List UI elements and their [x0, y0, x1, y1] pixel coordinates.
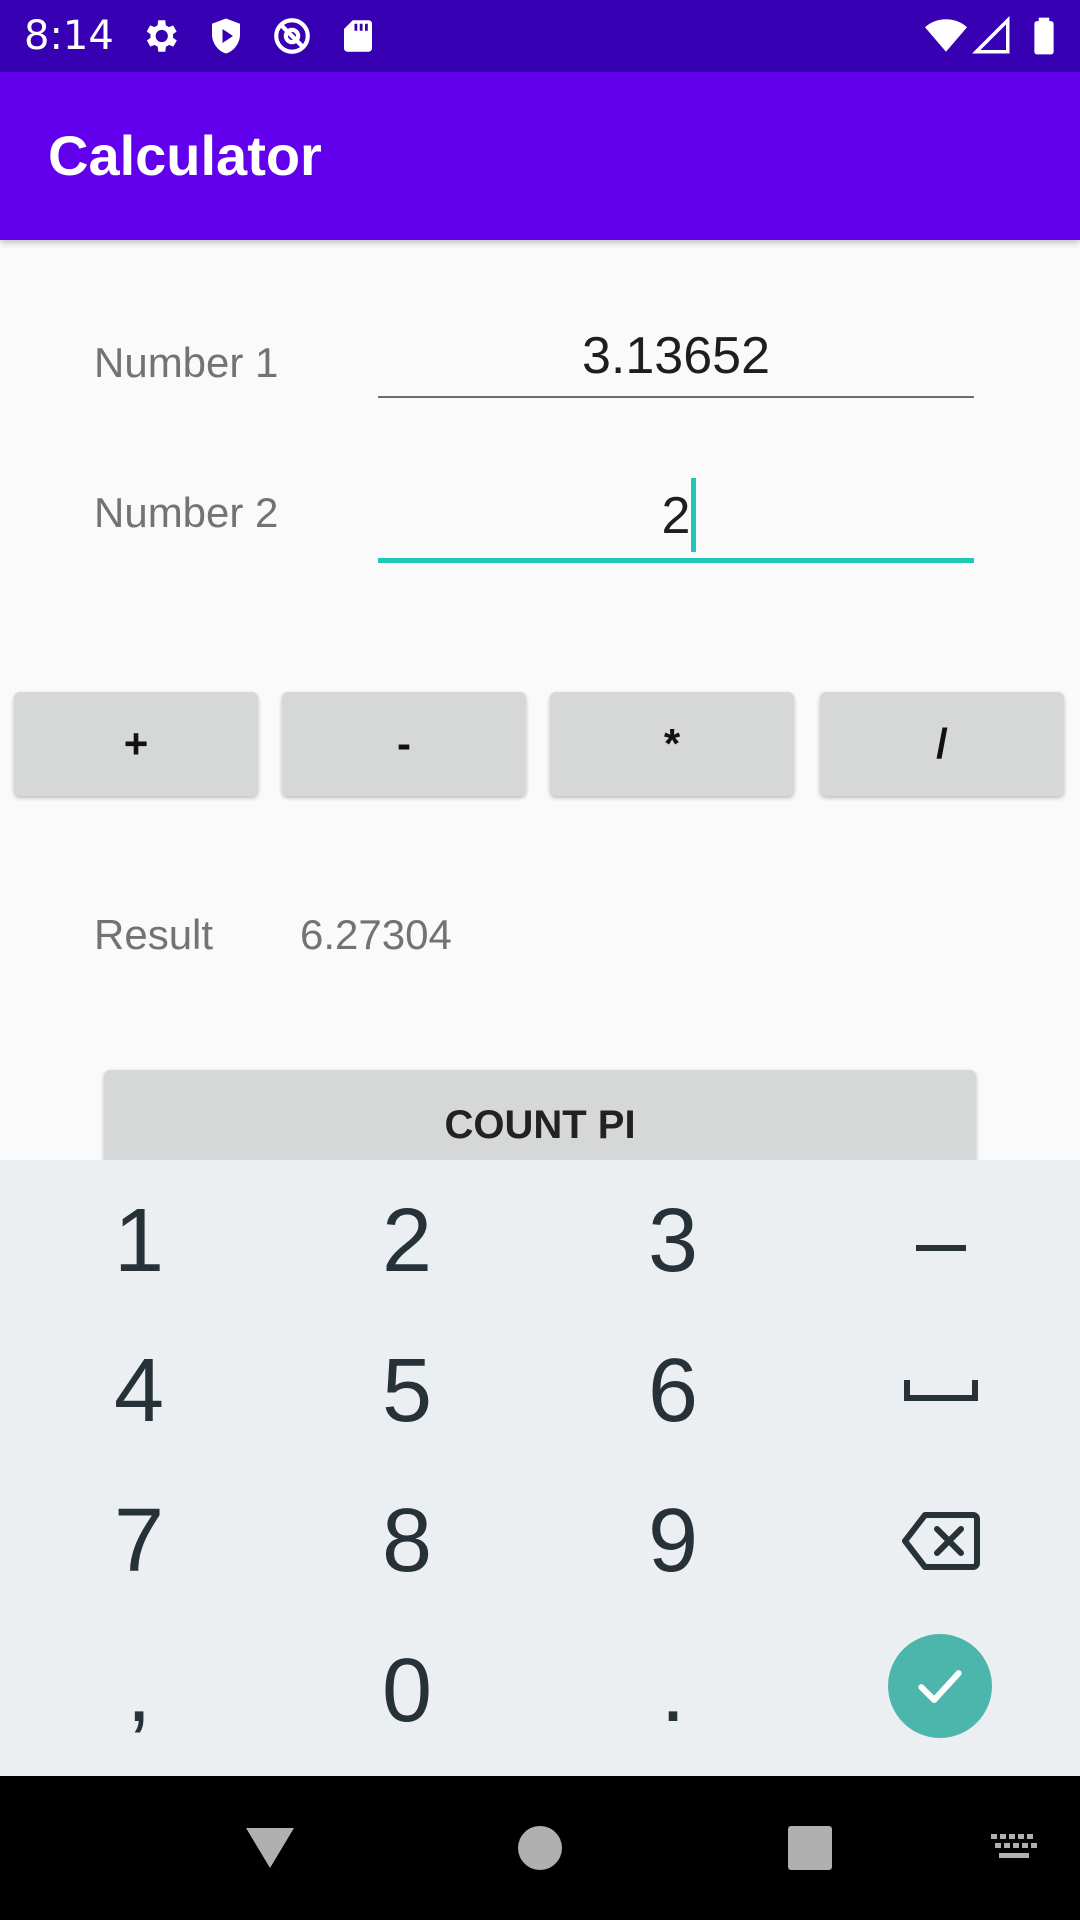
key-4[interactable]: 4: [4, 1316, 274, 1466]
number2-field[interactable]: 2: [378, 486, 974, 546]
key-2[interactable]: 2: [272, 1166, 542, 1316]
result-label: Result: [94, 911, 214, 958]
home-icon[interactable]: [500, 1816, 580, 1880]
number1-label: Number 1: [94, 339, 279, 386]
number1-underline: [378, 396, 974, 398]
done-key[interactable]: [888, 1634, 992, 1738]
backspace-icon: [902, 1512, 980, 1570]
wifi-icon: [924, 14, 968, 58]
subtract-button[interactable]: -: [282, 692, 526, 796]
result-value: 6.27304: [300, 911, 452, 958]
battery-icon: [1022, 14, 1066, 58]
key-minus[interactable]: –: [806, 1166, 1076, 1316]
signal-icon: [970, 14, 1014, 58]
key-8[interactable]: 8: [272, 1466, 542, 1616]
multiply-button[interactable]: *: [550, 692, 794, 796]
text-caret: [691, 478, 696, 552]
numeric-keyboard: 1 2 3 – 4 5 6 7 8 9 , 0 .: [0, 1160, 1080, 1776]
space-icon: [904, 1380, 978, 1401]
checkmark-icon: [918, 1670, 962, 1704]
gear-icon: [138, 14, 182, 58]
key-7[interactable]: 7: [4, 1466, 274, 1616]
number1-field[interactable]: 3.13652: [378, 326, 974, 386]
keyboard-switch-icon[interactable]: [984, 1824, 1044, 1872]
key-space[interactable]: [806, 1316, 1076, 1466]
key-6[interactable]: 6: [538, 1316, 808, 1466]
key-9[interactable]: 9: [538, 1466, 808, 1616]
key-0[interactable]: 0: [272, 1616, 542, 1766]
add-button[interactable]: +: [14, 692, 258, 796]
number2-underline-focused: [378, 558, 974, 563]
key-backspace[interactable]: [806, 1466, 1076, 1616]
key-3[interactable]: 3: [538, 1166, 808, 1316]
app-bar: Calculator: [0, 72, 1080, 240]
recents-icon[interactable]: [770, 1816, 850, 1880]
at-sign-icon: [270, 14, 314, 58]
status-bar: 8:14: [0, 0, 1080, 72]
sd-card-icon: [336, 14, 380, 58]
navigation-bar: [0, 1776, 1080, 1920]
app-title: Calculator: [48, 124, 322, 187]
key-period[interactable]: .: [538, 1616, 808, 1766]
key-5[interactable]: 5: [272, 1316, 542, 1466]
number2-label: Number 2: [94, 489, 279, 536]
key-1[interactable]: 1: [4, 1166, 274, 1316]
number2-value: 2: [661, 487, 691, 545]
back-icon[interactable]: [230, 1816, 310, 1880]
divide-button[interactable]: /: [820, 692, 1064, 796]
status-time: 8:14: [24, 13, 114, 59]
key-comma[interactable]: ,: [4, 1616, 274, 1766]
play-shield-icon: [204, 14, 248, 58]
